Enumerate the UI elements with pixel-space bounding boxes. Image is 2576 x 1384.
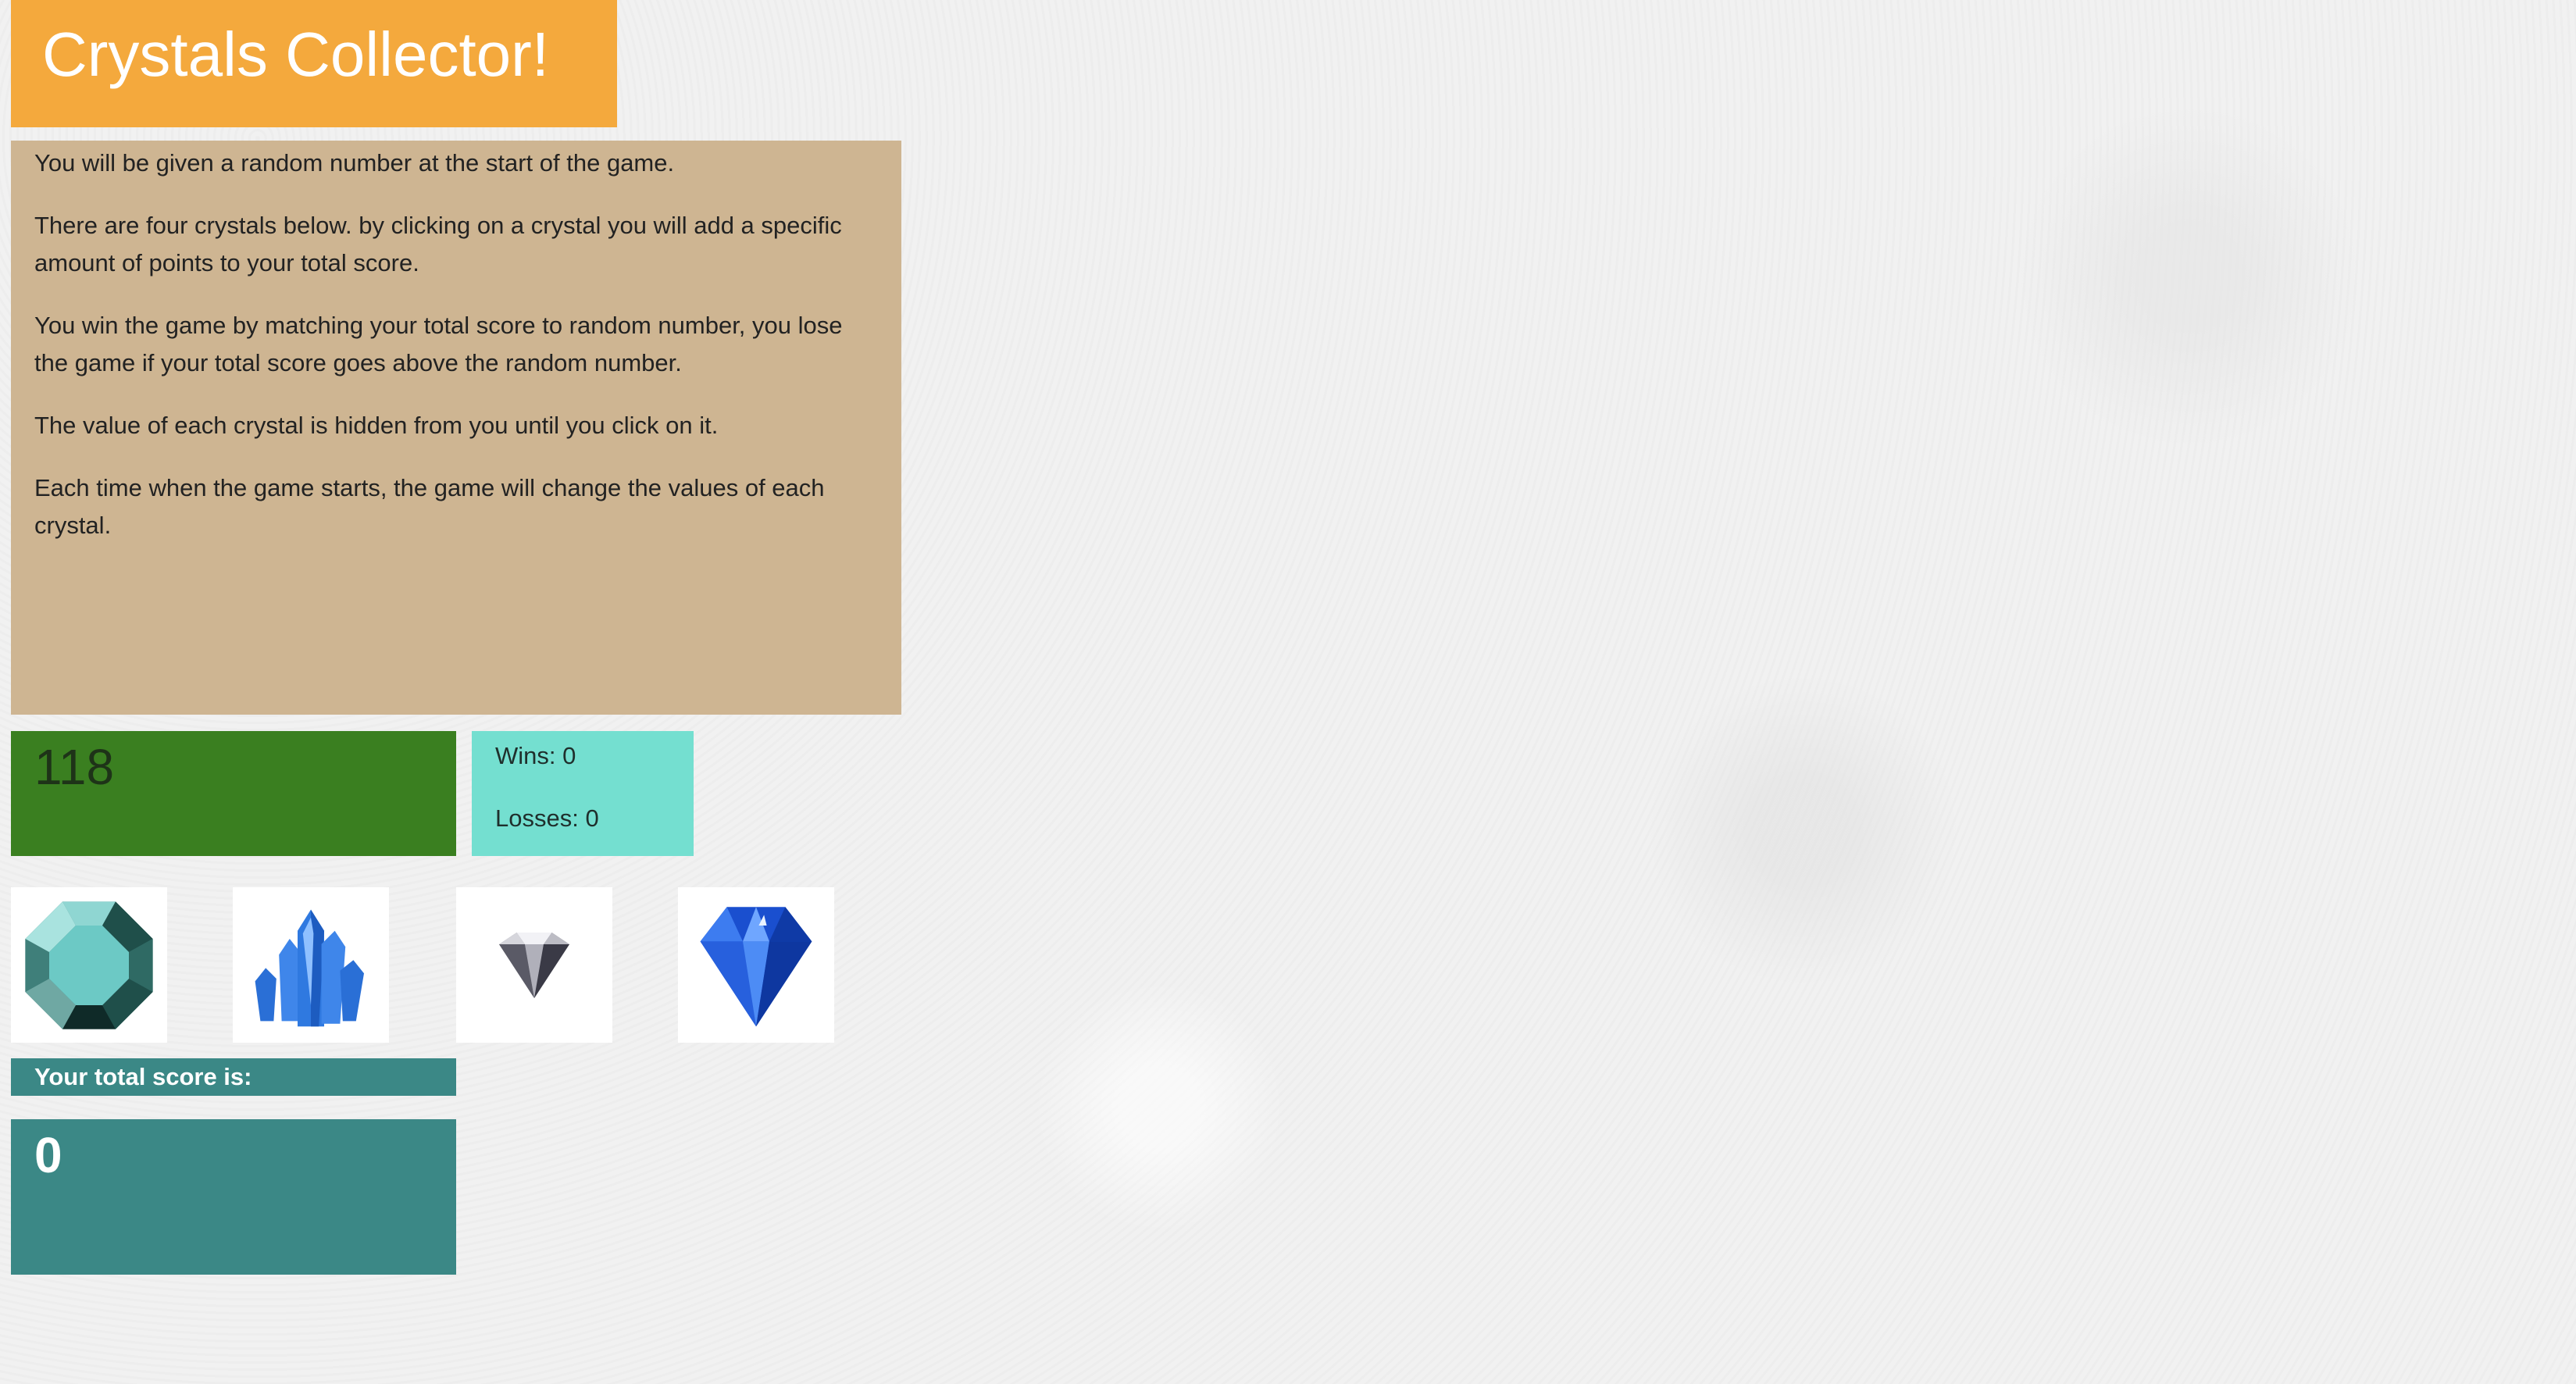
instruction-text: Each time when the game starts, the game… [34,474,825,539]
blue-crystal-cluster-icon [255,909,364,1026]
crystal-button-3[interactable] [456,887,612,1043]
clear-diamond-icon [499,932,569,998]
instruction-text: You win the game by matching your total … [34,312,843,376]
instruction-text: There are four crystals below. by clicki… [34,212,842,276]
crystal-button-1[interactable] [11,887,167,1043]
random-target-number: 118 [11,731,456,856]
wins-count: Wins: 0 [495,742,576,769]
instruction-text: The value of each crystal is hidden from… [34,412,719,439]
total-score-value: 0 [11,1119,456,1275]
stats-panel: Wins: 0 Losses: 0 [472,731,694,856]
blue-sapphire-icon [700,906,812,1026]
crystal-button-2[interactable] [233,887,389,1043]
total-score-label: Your total score is: [11,1058,456,1096]
game-title: Crystals Collector! [11,0,617,127]
losses-count: Losses: 0 [495,804,599,832]
teal-octagon-gem-icon [25,901,153,1029]
crystal-button-4[interactable] [678,887,834,1043]
instruction-text: You will be given a random number at the… [34,149,675,177]
instructions-panel: You will be given a random number at the… [11,141,901,715]
